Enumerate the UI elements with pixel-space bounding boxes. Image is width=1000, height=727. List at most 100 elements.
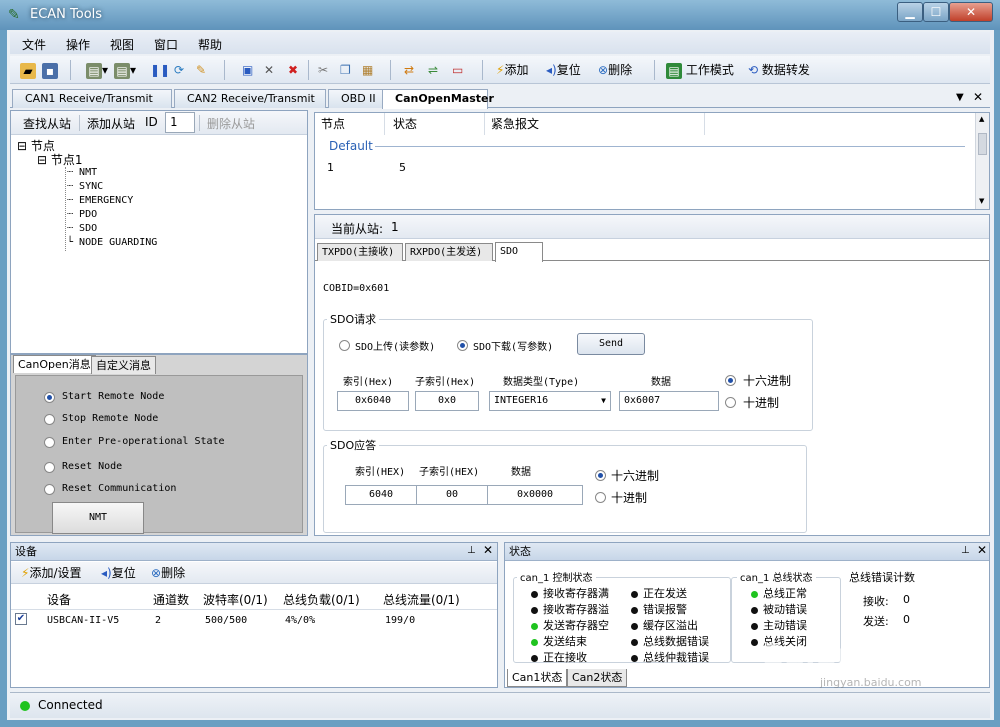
pause-icon[interactable]: ❚❚ xyxy=(150,60,170,80)
toolbar-add-button[interactable]: ⚡添加 xyxy=(496,60,528,80)
tree-item-sdo[interactable]: ┈ SDO xyxy=(67,223,97,234)
save-icon[interactable]: ▪ xyxy=(42,60,58,80)
data-forward-button[interactable]: ⟲ 数据转发 xyxy=(748,60,810,80)
device-reset-button[interactable]: ◂)复位 xyxy=(101,563,136,583)
pdo-sdo-tabs: TXPDO(主接收) RXPDO(主发送) SDO xyxy=(315,241,989,262)
tab-dropdown-icon[interactable]: ▼ xyxy=(956,92,964,103)
dev-col-traffic[interactable]: 总线流量(0/1) xyxy=(383,591,460,608)
tab-canopen-msg[interactable]: CanOpen消息 xyxy=(13,355,96,373)
window-icon[interactable]: ▭ xyxy=(452,60,463,80)
device-add-button[interactable]: ⚡添加/设置 xyxy=(21,563,81,583)
menu-window[interactable]: 窗口 xyxy=(154,36,178,53)
index-input[interactable]: 0x6040 xyxy=(337,391,409,411)
dev-col-device[interactable]: 设备 xyxy=(47,591,71,608)
status-close-icon[interactable]: ✕ xyxy=(977,543,987,557)
paste-icon[interactable]: ▦ xyxy=(362,60,373,80)
label-pre-operational: Enter Pre-operational State xyxy=(62,436,225,447)
clear-icon[interactable]: ✎ xyxy=(196,60,206,80)
tab-obd[interactable]: OBD II xyxy=(328,89,384,108)
tree-item-node-guarding[interactable]: └ NODE GUARDING xyxy=(67,237,157,248)
dev-row-baud: 500/500 xyxy=(205,615,248,626)
data-input[interactable]: 0x6007 xyxy=(619,391,719,411)
error-count-title: 总线错误计数 xyxy=(849,571,915,584)
link-icon[interactable]: ⇌ xyxy=(428,60,438,80)
dev-col-load[interactable]: 总线负载(0/1) xyxy=(283,591,360,608)
toolbar-delete-button[interactable]: ⊗删除 xyxy=(598,60,632,80)
status-bar: Connected xyxy=(10,692,990,718)
nmt-button[interactable]: NMT xyxy=(52,502,144,534)
tab-rxpdo[interactable]: RXPDO(主发送) xyxy=(405,243,493,261)
cut-icon[interactable]: ✂ xyxy=(318,60,328,80)
device-checkbox[interactable]: ✔ xyxy=(15,613,27,625)
radio-reset-node[interactable] xyxy=(44,460,55,474)
datatype-select[interactable]: INTEGER16 ▼ xyxy=(489,391,611,411)
tab-custom-msg[interactable]: 自定义消息 xyxy=(91,356,156,374)
dev-col-baud[interactable]: 波特率(0/1) xyxy=(203,591,268,608)
menu-operate[interactable]: 操作 xyxy=(66,36,90,53)
minimize-button[interactable]: ▁ xyxy=(897,2,923,22)
radio-sdo-download[interactable] xyxy=(457,338,468,352)
col-emergency[interactable]: 紧急报文 xyxy=(485,113,705,135)
dev-col-channels[interactable]: 通道数 xyxy=(153,591,189,608)
radio-stop-remote[interactable] xyxy=(44,412,55,426)
tree-node-1[interactable]: ⊟ 节点1 xyxy=(37,151,83,168)
status-pin-icon[interactable]: ⊥ xyxy=(961,545,970,556)
transfer-icon[interactable]: ⇄ xyxy=(404,60,414,80)
subindex-input[interactable]: 0x0 xyxy=(415,391,479,411)
refresh-icon[interactable]: ⟳ xyxy=(174,60,184,80)
send-button[interactable]: Send xyxy=(577,333,645,355)
col-node[interactable]: 节点 xyxy=(315,113,385,135)
menu-help[interactable]: 帮助 xyxy=(198,36,222,53)
rx-error-value: 0 xyxy=(903,593,910,606)
radio-req-hex[interactable] xyxy=(725,373,736,387)
tab-close-icon[interactable]: ✕ xyxy=(973,90,983,104)
device-close-icon[interactable]: ▤ ▾ xyxy=(114,60,136,80)
table-scrollbar[interactable]: ▲ ▼ xyxy=(975,113,989,209)
row-node-id[interactable]: 1 xyxy=(327,161,334,174)
menu-file[interactable]: 文件 xyxy=(22,36,46,53)
tree-item-sync[interactable]: ┈ SYNC xyxy=(67,181,103,192)
import-icon[interactable]: ▣ xyxy=(242,60,253,80)
close-button[interactable]: ✕ xyxy=(949,2,993,22)
tree-item-nmt[interactable]: ┈ NMT xyxy=(67,167,97,178)
add-slave-button[interactable]: 添加从站 xyxy=(87,115,135,132)
row-node-state[interactable]: 5 xyxy=(399,161,406,174)
tab-can1[interactable]: CAN1 Receive/Transmit xyxy=(12,89,172,108)
radio-reset-comm[interactable] xyxy=(44,482,55,496)
tools-icon[interactable]: ✕ xyxy=(264,60,274,80)
connected-indicator-icon xyxy=(20,701,30,711)
dev-row-channels: 2 xyxy=(155,615,162,626)
tab-can2-status[interactable]: Can2状态 xyxy=(567,669,628,687)
copy-icon[interactable]: ❐ xyxy=(340,60,351,80)
maximize-button[interactable]: ☐ xyxy=(923,2,949,22)
device-close-icon[interactable]: ✕ xyxy=(483,543,493,557)
node-status-table: 节点 状态 紧急报文 Default 1 5 ▲ ▼ xyxy=(314,112,990,210)
tab-can2[interactable]: CAN2 Receive/Transmit xyxy=(174,89,326,108)
delete-x-icon[interactable]: ✖ xyxy=(288,60,298,80)
col-state[interactable]: 状态 xyxy=(385,113,485,135)
work-mode-button[interactable]: ▤ 工作模式 xyxy=(666,60,734,80)
open-icon[interactable]: ▰ xyxy=(20,60,36,80)
radio-req-dec[interactable] xyxy=(725,395,736,409)
tree-item-pdo[interactable]: ┈ PDO xyxy=(67,209,97,220)
tab-txpdo[interactable]: TXPDO(主接收) xyxy=(317,243,403,261)
find-slave-button[interactable]: 查找从站 xyxy=(23,115,71,132)
radio-sdo-upload[interactable] xyxy=(339,338,350,352)
device-open-icon[interactable]: ▤ ▾ xyxy=(86,60,108,80)
tab-canopen-master[interactable]: CanOpenMaster xyxy=(382,89,494,109)
menu-view[interactable]: 视图 xyxy=(110,36,134,53)
ctrl-buffer-overflow: 缓存区溢出 xyxy=(631,617,698,633)
radio-pre-operational[interactable] xyxy=(44,435,55,449)
ctrl-rx-full: 接收寄存器满 xyxy=(531,585,609,601)
toolbar-reset-button[interactable]: ◂)复位 xyxy=(546,60,581,80)
tab-can1-status[interactable]: Can1状态 xyxy=(507,669,568,687)
pin-icon[interactable]: ⊥ xyxy=(467,545,476,556)
slave-id-input[interactable]: 1 xyxy=(165,112,195,133)
radio-resp-hex[interactable] xyxy=(595,468,606,482)
radio-start-remote[interactable] xyxy=(44,390,55,404)
tab-sdo[interactable]: SDO xyxy=(495,242,543,262)
radio-resp-dec[interactable] xyxy=(595,490,606,504)
remove-slave-button[interactable]: 删除从站 xyxy=(207,115,255,132)
tree-item-emergency[interactable]: ┈ EMERGENCY xyxy=(67,195,133,206)
device-delete-button[interactable]: ⊗删除 xyxy=(151,563,185,583)
